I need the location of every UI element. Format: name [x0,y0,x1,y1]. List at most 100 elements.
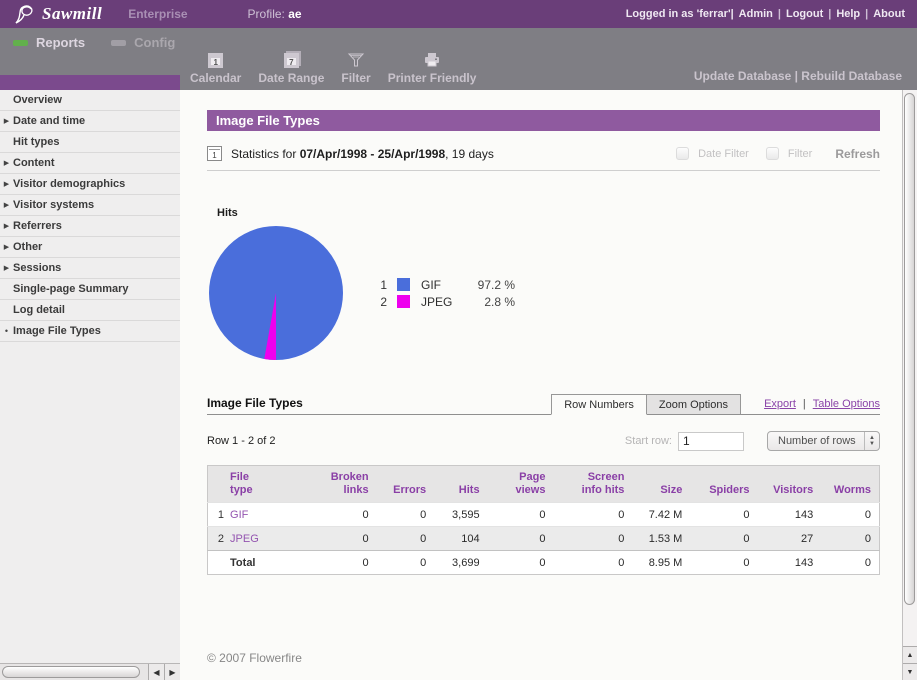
sidebar-item-log-detail[interactable]: Log detail [0,300,180,321]
separator: | [795,69,798,83]
expand-arrow-icon: ▶ [0,180,13,188]
sidebar-item-hit-types[interactable]: Hit types [0,132,180,153]
toolbar-band: Reports Config 1 Calendar 7 Date Range [0,28,917,90]
col-worms[interactable]: Worms [821,466,879,503]
scrollbar-thumb[interactable] [904,93,915,605]
table-row-jpeg: 2 JPEG 0 0 104 0 0 1.53 M 0 27 0 [208,527,880,551]
printer-friendly-button[interactable]: Printer Friendly [388,51,477,85]
sidebar-item-visitor-demographics[interactable]: ▶ Visitor demographics [0,174,180,195]
gif-color-swatch [397,278,410,291]
legend-label: GIF [421,278,467,292]
calendar-icon: 1 [208,51,223,68]
profile-label: Profile: ae [248,7,302,21]
row-number: 2 [208,527,229,551]
filter-button[interactable]: Filter [341,51,370,85]
expand-arrow-icon: ▶ [0,117,13,125]
sidebar-item-date-and-time[interactable]: ▶ Date and time [0,111,180,132]
size-total: 8.95 M [632,551,690,575]
vertical-scrollbar[interactable]: ▲ ▼ [902,90,917,680]
sidebar-item-overview[interactable]: Overview [0,90,180,111]
tab-reports[interactable]: Reports [13,35,85,50]
date-range-button[interactable]: 7 Date Range [258,51,324,85]
file-type-cell: JPEG [228,527,296,551]
image-file-types-table: File type Broken links Errors Hits Page … [207,465,880,575]
top-bar: Sawmill Enterprise Profile: ae Logged in… [0,0,917,28]
stats-suffix: , 19 days [445,147,494,161]
export-link[interactable]: Export [764,398,796,410]
legend-rank: 1 [375,278,387,292]
table-total-row: Total 0 0 3,699 0 0 8.95 M 0 143 0 [208,551,880,575]
sidebar-item-content[interactable]: ▶ Content [0,153,180,174]
pie-chart [207,224,345,362]
scroll-up-button[interactable]: ▲ [903,646,917,663]
row-info-bar: Row 1 - 2 of 2 Start row: Number of rows… [207,430,880,452]
sidebar-horizontal-scrollbar[interactable]: ◀ ▶ [0,663,180,680]
screen-info-hits-value: 0 [553,503,632,527]
col-errors[interactable]: Errors [377,466,435,503]
sidebar-item-visitor-systems[interactable]: ▶ Visitor systems [0,195,180,216]
table-section-header: Image File Types Row Numbers Zoom Option… [207,394,880,415]
size-value: 1.53 M [632,527,690,551]
col-visitors[interactable]: Visitors [758,466,822,503]
scroll-down-button[interactable]: ▼ [903,663,917,680]
admin-link[interactable]: Admin [739,8,773,20]
reports-label: Reports [36,35,85,50]
scroll-right-button[interactable]: ▶ [164,664,180,680]
sawmill-logo[interactable]: Sawmill [12,3,102,25]
date-filter-checkbox[interactable] [676,147,689,160]
col-size[interactable]: Size [632,466,690,503]
row-number: 1 [208,503,229,527]
errors-total: 0 [377,551,435,575]
edition-label: Enterprise [128,7,187,21]
hits-value: 3,595 [434,503,487,527]
pie-chart-block: Hits 1 GIF 97.2 % 2 JPEG [207,207,880,362]
profile-prefix: Profile: [248,7,285,21]
logout-link[interactable]: Logout [786,8,823,20]
file-type-cell: GIF [228,503,296,527]
size-value: 7.42 M [632,503,690,527]
logged-in-text: Logged in as 'ferrar'| [626,8,734,20]
col-row-number [208,466,229,503]
main-content: Image File Types 1 Statistics for 07/Apr… [180,90,902,680]
rebuild-database-link[interactable]: Rebuild Database [801,69,902,83]
session-links: Logged in as 'ferrar'| Admin | Logout | … [626,8,905,20]
tab-zoom-options[interactable]: Zoom Options [647,394,741,415]
help-link[interactable]: Help [836,8,860,20]
col-broken-links[interactable]: Broken links [296,466,377,503]
scrollbar-thumb[interactable] [2,666,140,678]
sidebar-item-other[interactable]: ▶ Other [0,237,180,258]
visitors-total: 143 [758,551,822,575]
sidebar-item-sessions[interactable]: ▶ Sessions [0,258,180,279]
filter-checkbox[interactable] [766,147,779,160]
gif-link[interactable]: GIF [230,509,248,521]
jpeg-link[interactable]: JPEG [230,533,259,545]
tab-row-numbers[interactable]: Row Numbers [551,394,647,415]
refresh-button[interactable]: Refresh [835,147,880,161]
col-page-views[interactable]: Page views [488,466,554,503]
screen-info-hits-total: 0 [553,551,632,575]
number-of-rows-dropdown[interactable]: Number of rows ▲▼ [767,431,880,451]
start-row-input[interactable] [678,432,744,451]
sidebar-item-image-file-types[interactable]: • Image File Types [0,321,180,342]
separator: | [803,398,806,410]
sidebar-item-referrers[interactable]: ▶ Referrers [0,216,180,237]
col-spiders[interactable]: Spiders [690,466,757,503]
update-database-link[interactable]: Update Database [694,69,791,83]
table-row-gif: 1 GIF 0 0 3,595 0 0 7.42 M 0 143 0 [208,503,880,527]
about-link[interactable]: About [873,8,905,20]
tab-config[interactable]: Config [111,35,175,50]
col-screen-info-hits[interactable]: Screen info hits [553,466,632,503]
col-hits[interactable]: Hits [434,466,487,503]
table-options-link[interactable]: Table Options [813,398,880,410]
scroll-left-button[interactable]: ◀ [148,664,164,680]
copyright-text: © 2007 Flowerfire [207,651,880,665]
legend-rank: 2 [375,295,387,309]
spiders-value: 0 [690,527,757,551]
sidebar-item-single-page-summary[interactable]: Single-page Summary [0,279,180,300]
col-file-type[interactable]: File type [228,466,296,503]
calendar-button[interactable]: 1 Calendar [190,51,241,85]
config-label: Config [134,35,175,50]
spiders-total: 0 [690,551,757,575]
worms-value: 0 [821,503,879,527]
stepper-arrows-icon[interactable]: ▲▼ [864,432,879,450]
